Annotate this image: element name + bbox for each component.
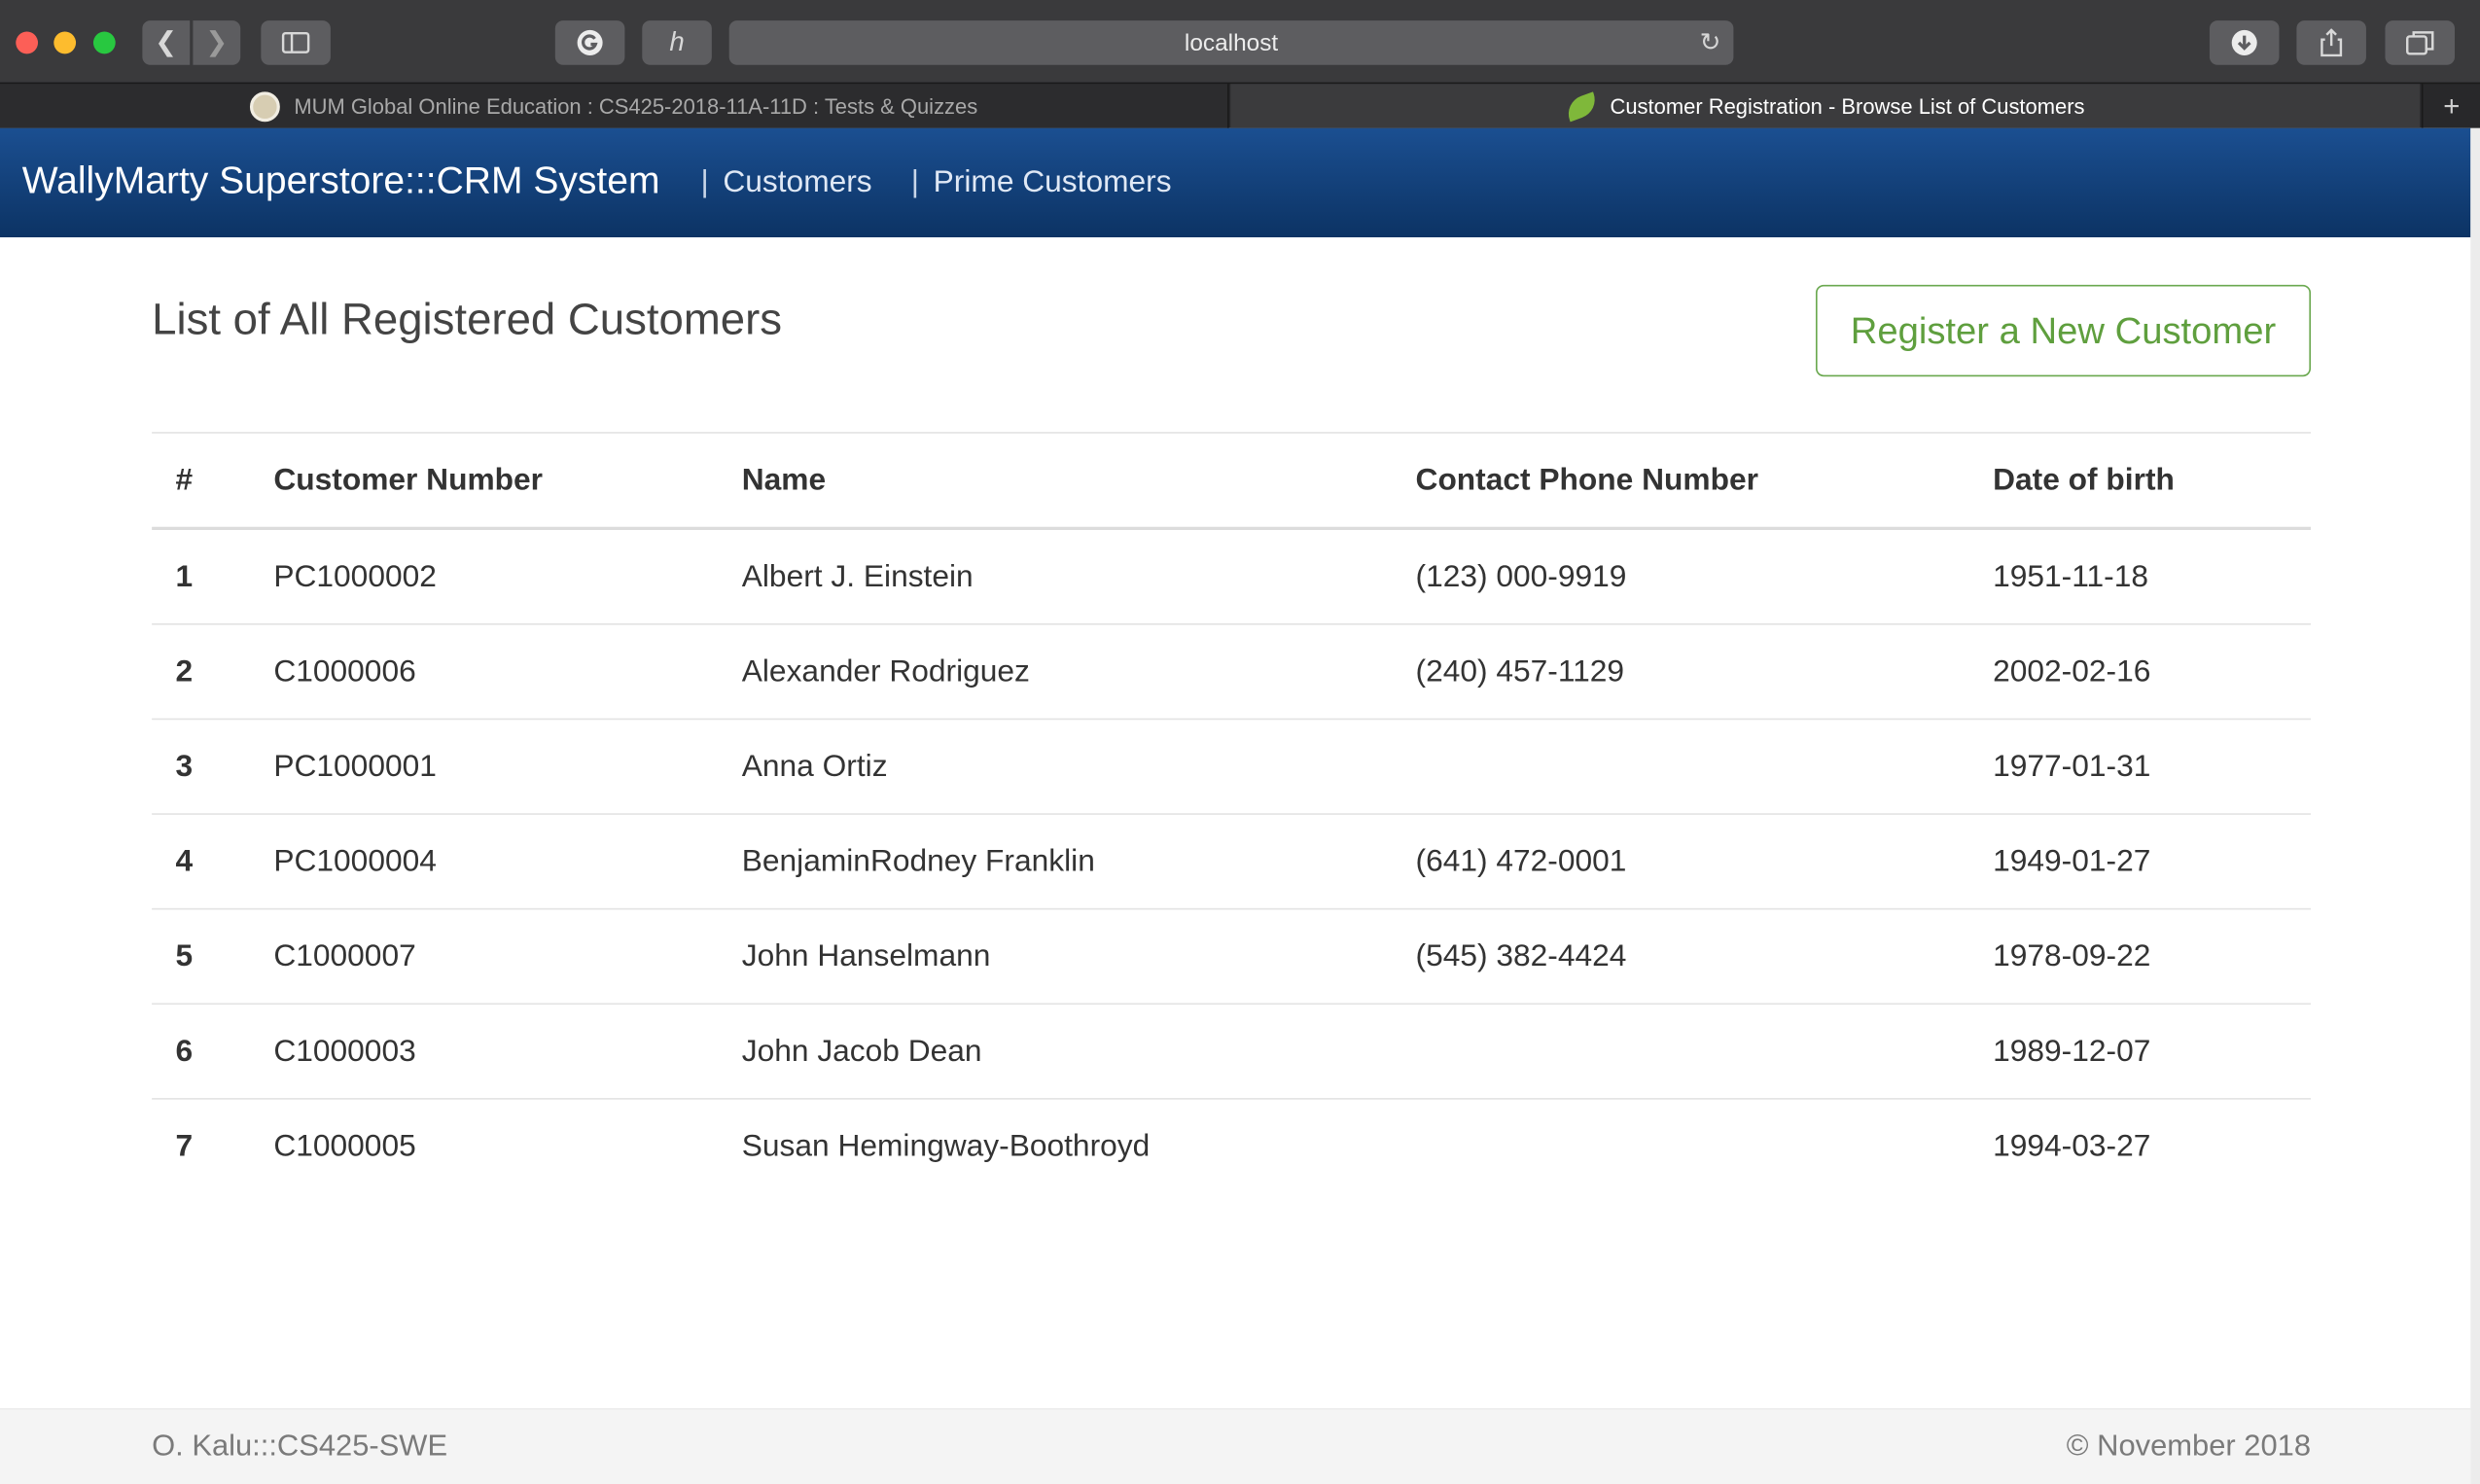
name-cell: Susan Hemingway-Boothroyd: [741, 1128, 1151, 1164]
close-window-button[interactable]: [16, 31, 39, 54]
column-header: Date of birth: [1993, 462, 2175, 497]
name-cell: John Hanselmann: [741, 937, 991, 973]
tab-customer-registration[interactable]: Customer Registration - Browse List of C…: [1230, 84, 2421, 128]
url-text: localhost: [1184, 29, 1279, 56]
index-cell: 5: [175, 937, 194, 973]
column-header: #: [175, 462, 194, 497]
index-cell: 6: [175, 1033, 194, 1069]
name-cell: John Jacob Dean: [741, 1033, 982, 1069]
column-header: Name: [741, 462, 827, 497]
forward-button[interactable]: ❯: [193, 20, 241, 65]
dob-cell: 1978-09-22: [1993, 937, 2151, 973]
new-tab-button[interactable]: +: [2421, 84, 2480, 128]
grammarly-icon: [577, 29, 603, 55]
index-cell: 3: [175, 748, 194, 784]
customer-number-cell: PC1000004: [273, 843, 437, 878]
name-cell: Alexander Rodriguez: [741, 653, 1030, 689]
reload-icon[interactable]: ↻: [1700, 27, 1721, 59]
sidebar-icon: [281, 31, 310, 53]
phone-cell: (545) 382-4424: [1415, 937, 1627, 973]
share-button[interactable]: [2296, 20, 2366, 65]
name-cell: BenjaminRodney Franklin: [741, 843, 1095, 878]
phone-cell: (123) 000-9919: [1415, 558, 1627, 594]
customer-number-cell: C1000003: [273, 1033, 416, 1069]
minimize-window-button[interactable]: [53, 31, 77, 54]
tab-overview-button[interactable]: [2385, 20, 2456, 65]
nav-separator: |: [910, 164, 920, 199]
phone-cell: (641) 472-0001: [1415, 843, 1627, 878]
page-footer: O. Kalu:::CS425-SWE © November 2018: [0, 1407, 2471, 1484]
nav-label: Customers: [723, 164, 872, 199]
table-header-row: # Customer Number Name Contact Phone Number…: [152, 434, 2312, 531]
download-icon: [2231, 29, 2257, 55]
app-navbar: WallyMarty Superstore:::CRM System | Cust…: [0, 127, 2471, 238]
honey-extension-button[interactable]: h: [642, 20, 712, 65]
dob-cell: 1989-12-07: [1993, 1033, 2151, 1069]
table-row: 6 C1000003 John Jacob Dean 1989-12-07: [152, 1005, 2312, 1100]
customer-number-cell: C1000005: [273, 1128, 416, 1164]
name-cell: Anna Ortiz: [741, 748, 888, 784]
page-title: List of All Registered Customers: [152, 294, 783, 344]
index-cell: 4: [175, 843, 194, 878]
table-row: 1 PC1000002 Albert J. Einstein (123) 000-99…: [152, 530, 2312, 625]
index-cell: 7: [175, 1128, 194, 1164]
tab-mum-education[interactable]: MUM Global Online Education : CS425-2018…: [0, 84, 1229, 128]
chevron-right-icon: ❯: [205, 26, 229, 57]
sidebar-toggle-button[interactable]: [261, 20, 331, 65]
address-bar[interactable]: localhost ↻: [728, 20, 1734, 65]
dob-cell: 1977-01-31: [1993, 748, 2151, 784]
table-row: 4 PC1000004 BenjaminRodney Franklin (641) 4…: [152, 815, 2312, 910]
brand-link[interactable]: WallyMarty Superstore:::CRM System: [22, 159, 660, 204]
tab-strip: MUM Global Online Education : CS425-2018…: [0, 82, 2480, 128]
table-row: 5 C1000007 John Hanselmann (545) 382-4424 19…: [152, 909, 2312, 1006]
window-edge: [2470, 127, 2480, 1484]
nav-item-customers[interactable]: | Customers: [700, 164, 871, 200]
tab-label: Customer Registration - Browse List of C…: [1610, 93, 2085, 119]
customer-number-cell: C1000007: [273, 937, 416, 973]
customer-number-cell: PC1000001: [273, 748, 437, 784]
chevron-left-icon: ❮: [155, 26, 178, 57]
customer-number-cell: PC1000002: [273, 558, 437, 594]
zoom-window-button[interactable]: [92, 31, 116, 54]
footer-copyright: © November 2018: [2066, 1430, 2312, 1464]
leaf-favicon-icon: [1563, 90, 1601, 122]
name-cell: Albert J. Einstein: [741, 558, 974, 594]
table-row: 2 C1000006 Alexander Rodriguez (240) 457-11…: [152, 625, 2312, 721]
tab-label: MUM Global Online Education : CS425-2018…: [294, 93, 978, 119]
column-header: Contact Phone Number: [1415, 462, 1758, 497]
tabs-icon: [2406, 31, 2434, 55]
dob-cell: 2002-02-16: [1993, 653, 2151, 689]
nav-label: Prime Customers: [933, 164, 1172, 199]
footer-author: O. Kalu:::CS425-SWE: [152, 1430, 448, 1464]
nav-separator: |: [700, 164, 709, 199]
customers-table: # Customer Number Name Contact Phone Number…: [152, 432, 2312, 1195]
phone-cell: (240) 457-1129: [1415, 653, 1625, 689]
register-new-customer-button[interactable]: Register a New Customer: [1815, 284, 2312, 377]
share-icon: [2321, 28, 2343, 57]
browser-toolbar: ❮ ❯ h localhost ↻: [0, 0, 2480, 83]
h-extension-icon: h: [669, 26, 685, 57]
dob-cell: 1994-03-27: [1993, 1128, 2151, 1164]
customer-number-cell: C1000006: [273, 653, 416, 689]
plus-icon: +: [2443, 88, 2461, 122]
index-cell: 1: [175, 558, 194, 594]
index-cell: 2: [175, 653, 194, 689]
table-row: 7 C1000005 Susan Hemingway-Boothroyd 1994-0…: [152, 1100, 2311, 1195]
mum-favicon-icon: [249, 90, 280, 122]
back-button[interactable]: ❮: [142, 20, 191, 65]
dob-cell: 1951-11-18: [1993, 558, 2149, 594]
column-header: Customer Number: [273, 462, 544, 497]
table-row: 3 PC1000001 Anna Ortiz 1977-01-31: [152, 720, 2312, 815]
dob-cell: 1949-01-27: [1993, 843, 2151, 878]
nav-item-prime-customers[interactable]: | Prime Customers: [911, 164, 1172, 200]
downloads-button[interactable]: [2209, 20, 2280, 65]
grammarly-extension-button[interactable]: [554, 20, 625, 65]
